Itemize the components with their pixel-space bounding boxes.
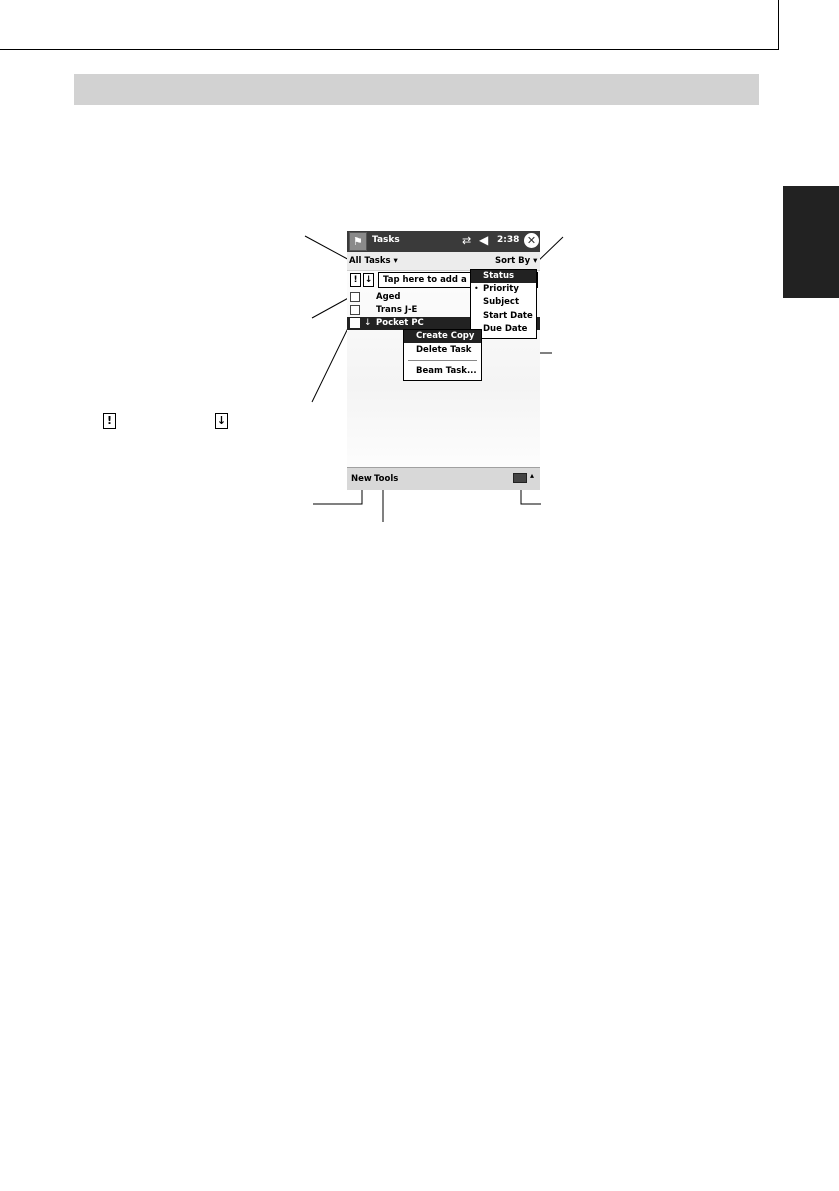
sort-option-start-date[interactable]: Start Date [471,310,536,323]
tools-menu[interactable]: Tools [374,474,398,484]
callout-line-sort [535,236,564,264]
category-filter-dropdown[interactable]: All Tasks ▾ [349,256,398,266]
close-icon[interactable]: ✕ [524,233,539,248]
low-priority-button[interactable]: ↓ [363,273,374,287]
keyboard-icon[interactable] [513,473,527,483]
sort-option-status[interactable]: Status [471,270,536,283]
sort-option-subject[interactable]: Subject [471,296,536,309]
navigation-bar: ⚑ Tasks ⇄ ◀ 2:38 ✕ [347,231,540,252]
speaker-icon[interactable]: ◀ [479,233,488,247]
callout-line-filter [304,235,354,263]
command-bar: New Tools ▴ [347,467,540,490]
new-menu[interactable]: New [351,474,372,484]
low-priority-icon: ↓ [364,318,372,328]
chapter-side-tab [783,186,839,298]
windows-flag-icon[interactable]: ⚑ [349,232,367,251]
section-header-band [74,74,759,105]
low-priority-legend-icon: ↓ [215,413,228,429]
create-copy-option[interactable]: Create Copy [404,330,481,343]
app-title: Tasks [372,235,400,245]
high-priority-legend-icon: ! [103,413,116,429]
task-checkbox[interactable] [350,292,360,302]
high-priority-button[interactable]: ! [350,273,361,287]
beam-task-option[interactable]: Beam Task... [404,365,481,378]
connectivity-icon[interactable]: ⇄ [462,234,471,247]
delete-task-option[interactable]: Delete Task [404,344,481,357]
input-selector-arrow-icon[interactable]: ▴ [530,471,534,480]
pocketpc-screen: ⚑ Tasks ⇄ ◀ 2:38 ✕ All Tasks ▾ Sort By ▾… [347,231,540,490]
task-checkbox[interactable] [350,318,360,328]
task-checkbox[interactable] [350,305,360,315]
task-label: Aged [376,292,401,302]
sort-option-priority[interactable]: Priority [471,283,536,296]
sort-by-dropdown[interactable]: Sort By ▾ [495,256,537,266]
callout-line-checkbox [311,295,353,319]
callout-lines [304,235,564,522]
task-label: Trans J-E [376,305,418,315]
menu-separator [408,360,477,361]
page-corner-rule [0,0,779,50]
clock-time[interactable]: 2:38 [497,235,519,245]
task-context-menu: Create Copy Delete Task Beam Task... [403,329,482,381]
